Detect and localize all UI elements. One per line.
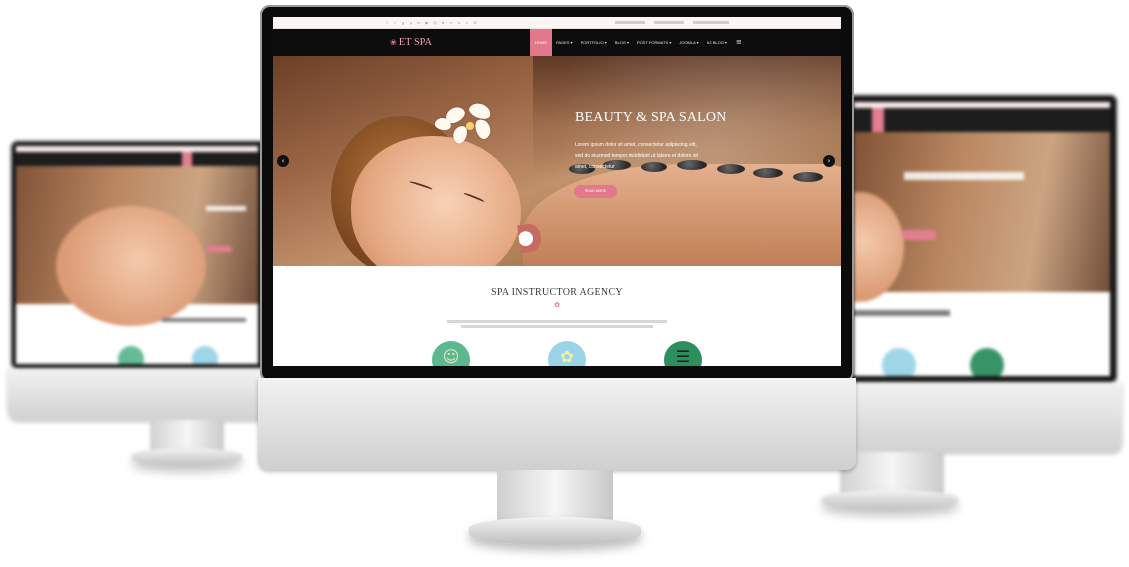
hero-slider: BEAUTY & SPA SALON Lorem ipsum dolor sit… (273, 56, 841, 266)
section-description (447, 318, 667, 330)
main-monitor-foot (469, 517, 641, 545)
pinterest-icon[interactable]: p (409, 20, 413, 25)
twitter-icon[interactable]: t (393, 20, 397, 25)
nav-item-joomla[interactable]: JOOMLA ▾ (675, 29, 702, 56)
dribbble-icon[interactable]: ● (441, 20, 445, 25)
nav-item-blog[interactable]: BLOG ▾ (611, 29, 633, 56)
nav-item-portfolio[interactable]: PORTFOLIO ▾ (577, 29, 611, 56)
main-monitor-neck (497, 470, 613, 524)
feature-hot-stones[interactable]: ☰ (664, 341, 702, 366)
right-monitor-screen (854, 102, 1110, 376)
slider-prev-icon[interactable]: ‹ (277, 155, 289, 167)
instagram-icon[interactable]: ◎ (433, 20, 437, 25)
rss-icon[interactable]: ≋ (473, 20, 477, 25)
hot-stones-icon: ☰ (675, 347, 691, 366)
nav-item-pages[interactable]: PAGES ▾ (552, 29, 577, 56)
right-monitor-chin (842, 382, 1122, 452)
youtube-icon[interactable]: ▶ (425, 20, 429, 25)
facebook-icon[interactable]: f (385, 20, 389, 25)
hero-title: BEAUTY & SPA SALON (575, 110, 727, 125)
contact-info (615, 20, 729, 24)
flickr-icon[interactable]: ∞ (449, 20, 453, 25)
skype-icon[interactable]: s (457, 20, 461, 25)
site-logo[interactable]: ❀ ET SPA (390, 37, 432, 48)
nav-item-post[interactable]: POST FORMATS ▾ (633, 29, 675, 56)
logo-text: ET SPA (398, 37, 433, 48)
slider-next-icon[interactable]: › (823, 155, 835, 167)
read-more-button[interactable]: READ MORE (574, 185, 617, 198)
section-title: SPA INSTRUCTOR AGENCY (491, 287, 623, 298)
hero-description: Lorem ipsum dolor sit amet, consectetur … (575, 142, 698, 170)
linkedin-icon[interactable]: in (417, 20, 421, 25)
menu-toggle-icon[interactable]: ≡ (731, 29, 747, 56)
nav-item-k2[interactable]: K2 BLOG ▾ (703, 29, 731, 56)
social-links: f t g p in ▶ ◎ ● ∞ s v ≋ (385, 20, 477, 25)
main-monitor-chin (258, 378, 856, 470)
feature-lotus[interactable]: ✿ (548, 341, 586, 366)
google-plus-icon[interactable]: g (401, 20, 405, 25)
flower-icon: ❀ (390, 38, 397, 47)
left-monitor-chin (8, 368, 274, 420)
left-monitor-screen (16, 146, 258, 364)
hero-woman-face (351, 136, 521, 266)
vimeo-icon[interactable]: v (465, 20, 469, 25)
lotus-icon: ✿ (560, 347, 574, 366)
main-monitor-screen: f t g p in ▶ ◎ ● ∞ s v ≋ ❀ ET SPA HOME PAGES ▾ PORTFOL… (273, 17, 841, 366)
main-menu: HOME PAGES ▾ PORTFOLIO ▾ BLOG ▾ POST FORMATS… (530, 29, 747, 56)
spa-woman-icon: ☺ (442, 347, 460, 366)
navbar: ❀ ET SPA HOME PAGES ▾ PORTFOLIO ▾ BLOG ▾ POST… (273, 29, 841, 56)
lotus-divider-icon: ✿ (554, 301, 560, 309)
top-bar: f t g p in ▶ ◎ ● ∞ s v ≋ (273, 17, 841, 29)
instructor-section: SPA INSTRUCTOR AGENCY ✿ ☺ ✿ ☰ (273, 266, 841, 366)
nav-item-home[interactable]: HOME (530, 29, 552, 56)
feature-spa-woman[interactable]: ☺ (432, 341, 470, 366)
